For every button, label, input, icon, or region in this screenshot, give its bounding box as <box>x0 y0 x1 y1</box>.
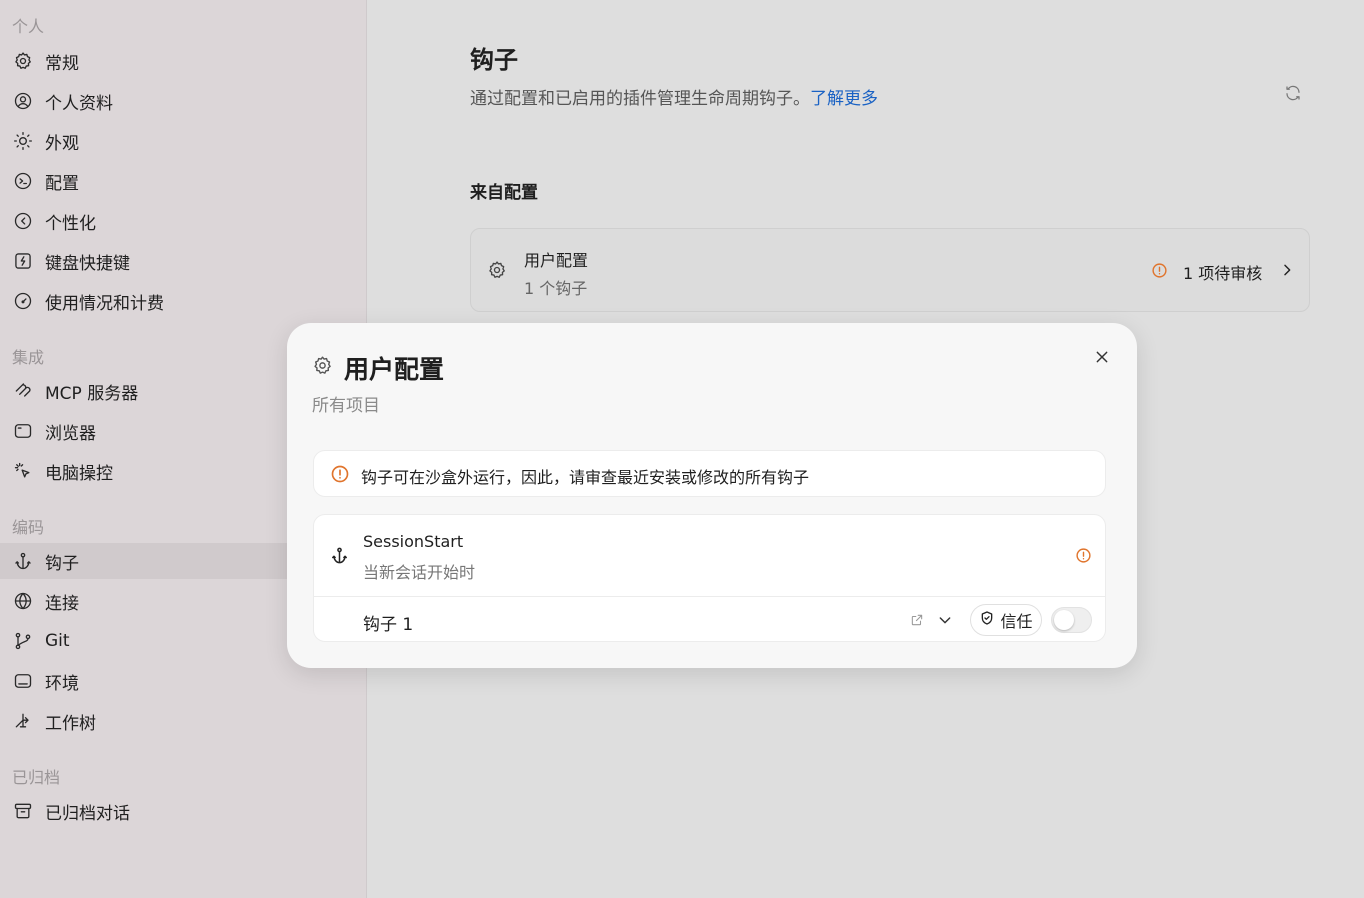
sidebar-item-label: 配置 <box>45 173 79 194</box>
section-label-coding: 编码 <box>12 518 45 537</box>
warning-icon <box>330 464 350 488</box>
pending-review-count: 1 项待审核 <box>1183 264 1263 283</box>
sidebar-item-profile[interactable]: 个人资料 <box>0 83 367 119</box>
sidebar-item-label: 个性化 <box>45 213 96 234</box>
sidebar-item-config[interactable]: 配置 <box>0 163 367 199</box>
sidebar-item-label: 常规 <box>45 53 79 74</box>
hook-label: 钩子 1 <box>363 615 414 635</box>
gear-icon <box>12 50 34 72</box>
sidebar-item-keyboard-shortcuts[interactable]: 键盘快捷键 <box>0 243 367 279</box>
section-heading: 来自配置 <box>470 183 538 203</box>
hook-event-group: SessionStart 当新会话开始时 钩子 1 信任 <box>313 514 1106 642</box>
personalization-icon <box>12 210 34 232</box>
open-external-button[interactable] <box>910 612 924 631</box>
expand-button[interactable] <box>937 612 953 632</box>
refresh-button[interactable] <box>1282 84 1304 106</box>
sidebar-item-personalization[interactable]: 个性化 <box>0 203 367 239</box>
sidebar-item-label: 使用情况和计费 <box>45 293 164 314</box>
config-icon <box>12 170 34 192</box>
sidebar-item-general[interactable]: 常规 <box>0 43 367 79</box>
alert-text: 钩子可在沙盒外运行，因此，请审查最近安装或修改的所有钩子 <box>361 468 810 487</box>
warning-icon <box>1075 547 1092 568</box>
section-label-archived: 已归档 <box>12 768 61 787</box>
hook-enabled-toggle[interactable] <box>1051 607 1092 633</box>
gear-icon <box>312 355 333 380</box>
learn-more-link[interactable]: 了解更多 <box>810 89 878 109</box>
config-card-title: 用户配置 <box>524 251 589 270</box>
sidebar-item-usage-billing[interactable]: 使用情况和计费 <box>0 283 367 319</box>
terminal-icon <box>12 670 34 692</box>
hook-event-name: SessionStart <box>363 532 464 551</box>
page-title: 钩子 <box>470 46 518 74</box>
browser-icon <box>12 420 34 442</box>
page-subtitle: 通过配置和已启用的插件管理生命周期钩子。了解更多 <box>470 84 878 109</box>
gauge-icon <box>12 290 34 312</box>
sidebar-item-worktree[interactable]: 工作树 <box>0 703 367 739</box>
sidebar-item-label: 浏览器 <box>45 423 96 444</box>
refresh-icon <box>1284 84 1302 106</box>
sidebar-item-label: 电脑操控 <box>45 463 113 484</box>
sidebar-item-label: 个人资料 <box>45 93 113 114</box>
user-config-modal: 用户配置 所有项目 钩子可在沙盒外运行，因此，请审查最近安装或修改的所有钩子 S… <box>287 323 1137 668</box>
shield-check-icon <box>979 610 995 630</box>
sidebar-item-label: 钩子 <box>45 553 79 574</box>
sidebar-item-label: 键盘快捷键 <box>45 253 130 274</box>
chevron-down-icon <box>939 617 951 624</box>
keyboard-icon <box>12 250 34 272</box>
toggle-knob <box>1054 610 1074 630</box>
sidebar-item-appearance[interactable]: 外观 <box>0 123 367 159</box>
sidebar-item-label: 连接 <box>45 593 79 614</box>
divider <box>314 596 1105 597</box>
close-icon <box>1094 349 1110 369</box>
globe-icon <box>12 590 34 612</box>
sidebar-item-label: MCP 服务器 <box>45 383 139 404</box>
sidebar-item-label: 工作树 <box>45 713 96 734</box>
trust-label: 信任 <box>1000 612 1033 631</box>
git-branch-icon <box>12 630 34 652</box>
chevron-right-icon <box>1279 262 1295 282</box>
modal-subtitle: 所有项目 <box>312 396 380 416</box>
mcp-icon <box>12 380 34 402</box>
external-link-icon <box>911 614 923 626</box>
gear-icon <box>487 260 507 284</box>
subtitle-text: 通过配置和已启用的插件管理生命周期钩子。 <box>470 89 810 109</box>
sun-icon <box>12 130 34 152</box>
hook-event-description: 当新会话开始时 <box>363 563 476 582</box>
sidebar-item-archived-chats[interactable]: 已归档对话 <box>0 793 367 829</box>
modal-title: 用户配置 <box>344 355 445 384</box>
sidebar-item-label: 已归档对话 <box>45 803 130 824</box>
sidebar-item-label: 环境 <box>45 673 79 694</box>
worktree-icon <box>12 710 34 732</box>
anchor-icon <box>330 546 349 569</box>
sidebar-item-label: 外观 <box>45 133 79 154</box>
config-card-subtitle: 1 个钩子 <box>524 279 588 298</box>
sandbox-warning-alert: 钩子可在沙盒外运行，因此，请审查最近安装或修改的所有钩子 <box>313 450 1106 497</box>
sidebar-item-label: Git <box>45 631 70 651</box>
user-circle-icon <box>12 90 34 112</box>
user-config-card[interactable]: 用户配置 1 个钩子 1 项待审核 <box>470 228 1310 312</box>
sidebar-item-environment[interactable]: 环境 <box>0 663 367 699</box>
section-label-integrations: 集成 <box>12 348 45 367</box>
anchor-icon <box>12 550 34 572</box>
trust-button[interactable]: 信任 <box>970 604 1042 636</box>
close-button[interactable] <box>1091 348 1113 370</box>
section-label-personal: 个人 <box>12 17 45 36</box>
cursor-click-icon <box>12 460 34 482</box>
warning-icon <box>1151 262 1168 283</box>
archive-icon <box>12 800 34 822</box>
